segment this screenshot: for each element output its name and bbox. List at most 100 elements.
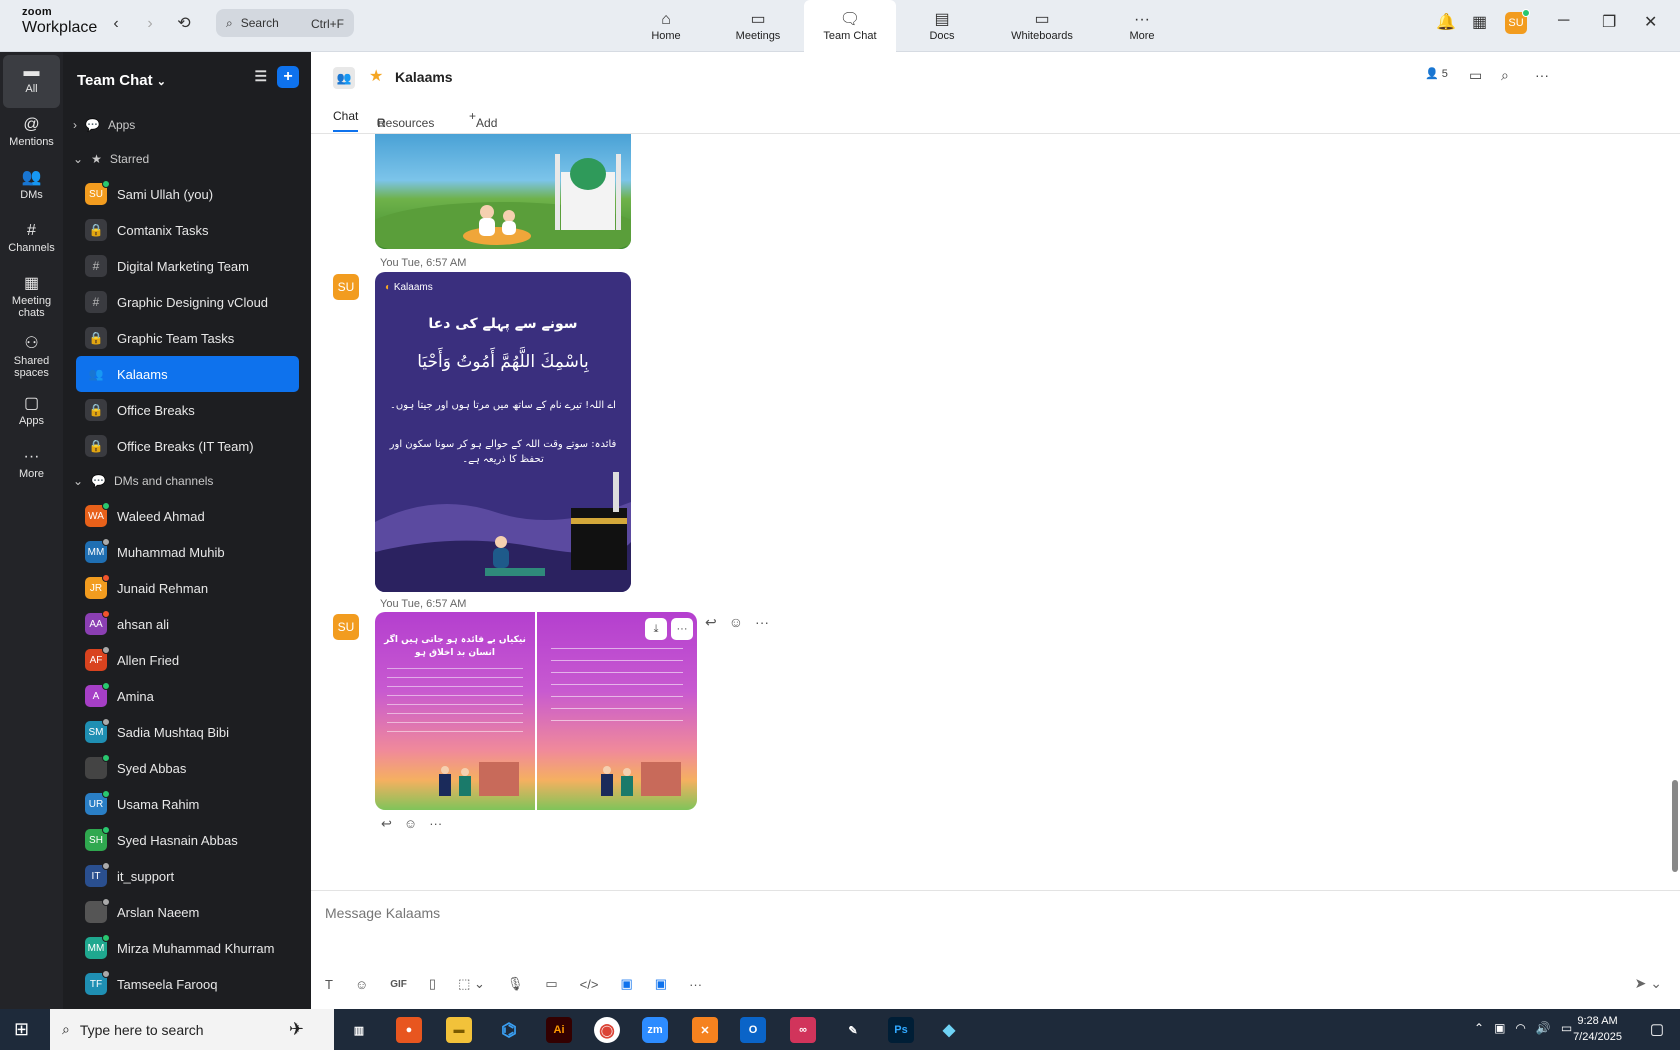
volume-icon[interactable]: 🔊: [1536, 1021, 1551, 1035]
chevron-down-icon[interactable]: ⌄: [157, 76, 166, 88]
wifi-icon[interactable]: ◠: [1515, 1021, 1525, 1035]
bell-icon[interactable]: 🔔: [1436, 12, 1456, 32]
more-icon[interactable]: ···: [429, 816, 442, 832]
illustrator-icon[interactable]: Ai: [546, 1017, 572, 1043]
outlook-icon[interactable]: O: [740, 1017, 766, 1043]
tab-team-chat[interactable]: 🗨 Team Chat: [804, 0, 896, 52]
dm-item[interactable]: SM Sadia Mushtaq Bibi: [63, 714, 299, 750]
chat-title[interactable]: Kalaams: [395, 69, 453, 85]
section-dms[interactable]: ⌄ 💬 DMs and channels: [63, 464, 311, 498]
message-image[interactable]: ⤓ ···: [537, 612, 697, 810]
forward-icon[interactable]: ›: [138, 12, 162, 36]
dm-item[interactable]: A Amina: [63, 678, 299, 714]
rail-dms[interactable]: 👥 DMs: [2, 161, 61, 214]
dm-item[interactable]: IT it_support: [63, 858, 299, 894]
emoji-icon[interactable]: ☺: [355, 977, 368, 992]
members-button[interactable]: 👤 5: [1425, 67, 1448, 80]
notification-icon[interactable]: ▢: [1650, 1020, 1664, 1038]
zoom-icon[interactable]: zm: [642, 1017, 668, 1043]
maximize-icon[interactable]: ❐: [1602, 12, 1616, 32]
rail-all[interactable]: ▬ All: [3, 55, 60, 108]
more-icon[interactable]: ···: [755, 614, 769, 631]
message-image[interactable]: ◐ Kalaams سونے سے پہلے کی دعا بِاسْمِكَ …: [375, 272, 631, 592]
section-apps[interactable]: › 💬 Apps: [63, 108, 311, 142]
dm-item[interactable]: Syed Abbas: [63, 750, 299, 786]
starred-item[interactable]: 🔒 Office Breaks (IT Team): [63, 428, 299, 464]
tab-home[interactable]: ⌂ Home: [620, 0, 712, 52]
tab-chat[interactable]: Chat: [333, 109, 359, 132]
rail-apps[interactable]: ▢ Apps: [2, 387, 61, 440]
minimize-icon[interactable]: ─: [1558, 12, 1569, 30]
add-tab-button[interactable]: + Add a tab: [469, 109, 497, 158]
dm-item[interactable]: AA ahsan ali: [63, 606, 299, 642]
scrollbar[interactable]: [1672, 780, 1678, 872]
message-image[interactable]: نیکیاں بے فائدہ ہو جاتی ہیں اگر انسان بد…: [375, 612, 535, 810]
filter-icon[interactable]: ☰: [254, 68, 267, 85]
dm-item[interactable]: UR Usama Rahim: [63, 786, 299, 822]
video-message-icon[interactable]: ▭: [545, 976, 557, 992]
app-icon[interactable]: ◆: [936, 1017, 962, 1043]
starred-item[interactable]: # Graphic Designing vCloud: [63, 284, 299, 320]
vscode-icon[interactable]: ⌬: [496, 1017, 522, 1043]
more-icon[interactable]: ···: [689, 977, 702, 992]
reply-icon[interactable]: ↩: [381, 816, 392, 832]
whiteboard-icon[interactable]: ▣: [655, 976, 667, 992]
sender-avatar[interactable]: SU: [333, 274, 359, 300]
dm-item[interactable]: Arslan Naeem: [63, 894, 299, 930]
star-icon[interactable]: ★: [369, 66, 383, 86]
tab-meetings[interactable]: ▭ Meetings: [712, 0, 804, 52]
task-view-icon[interactable]: ▥: [346, 1017, 372, 1043]
xampp-icon[interactable]: ✕: [692, 1017, 718, 1043]
more-icon[interactable]: ···: [1535, 67, 1549, 83]
rail-channels[interactable]: # Channels: [2, 214, 61, 267]
message-input[interactable]: [325, 901, 1625, 925]
reply-icon[interactable]: ↩: [705, 614, 717, 631]
photoshop-icon[interactable]: Ps: [888, 1017, 914, 1043]
pen-icon[interactable]: ✎: [840, 1017, 866, 1043]
firefox-icon[interactable]: ●: [396, 1017, 422, 1043]
dm-item[interactable]: JR Junaid Rehman: [63, 570, 299, 606]
send-icon[interactable]: ➤ ⌄: [1635, 975, 1662, 992]
dm-item[interactable]: MM Muhammad Muhib: [63, 534, 299, 570]
section-starred[interactable]: ⌄ ★ Starred: [63, 142, 311, 176]
windows-start-icon[interactable]: ⊞: [14, 1019, 29, 1040]
app-icon[interactable]: ▣: [620, 976, 632, 992]
creative-cloud-icon[interactable]: ∞: [790, 1017, 816, 1043]
starred-item[interactable]: 🔒 Comtanix Tasks: [63, 212, 299, 248]
dm-item[interactable]: WA Waleed Ahmad: [63, 498, 299, 534]
emoji-icon[interactable]: ☺: [729, 614, 743, 631]
back-icon[interactable]: ‹: [104, 12, 128, 36]
sender-avatar[interactable]: SU: [333, 614, 359, 640]
chrome-icon[interactable]: ◉: [594, 1017, 620, 1043]
format-text-icon[interactable]: T: [325, 977, 333, 992]
close-icon[interactable]: ✕: [1644, 12, 1657, 32]
message-image[interactable]: [375, 134, 631, 249]
rail-mentions[interactable]: @ Mentions: [2, 108, 61, 161]
mic-icon[interactable]: 🎙: [507, 976, 524, 992]
starred-item[interactable]: 👥 Kalaams: [76, 356, 299, 392]
new-chat-button[interactable]: +: [277, 66, 299, 88]
screenshot-icon[interactable]: ⬚ ⌄: [458, 976, 485, 992]
starred-item[interactable]: 🔒 Graphic Team Tasks: [63, 320, 299, 356]
calendar-icon[interactable]: ▦: [1472, 12, 1487, 32]
rail-meeting-chats[interactable]: ▦ Meeting chats: [2, 267, 61, 327]
chevron-up-icon[interactable]: ⌃: [1474, 1021, 1484, 1035]
dm-item[interactable]: SH Syed Hasnain Abbas: [63, 822, 299, 858]
tab-more[interactable]: ··· More: [1096, 0, 1188, 52]
history-icon[interactable]: ⟲: [172, 12, 196, 36]
user-avatar[interactable]: SU: [1505, 9, 1530, 34]
download-icon[interactable]: ⤓: [645, 618, 667, 640]
keyboard-icon[interactable]: ▭: [1561, 1021, 1572, 1035]
tab-docs[interactable]: ▤ Docs: [896, 0, 988, 52]
code-icon[interactable]: </>: [580, 977, 599, 992]
dm-item[interactable]: MM Mirza Muhammad Khurram: [63, 930, 299, 966]
file-icon[interactable]: ▯: [429, 976, 436, 992]
starred-item[interactable]: SU Sami Ullah (you): [63, 176, 299, 212]
sidebar-title[interactable]: Team Chat: [77, 72, 153, 89]
starred-item[interactable]: 🔒 Office Breaks: [63, 392, 299, 428]
rail-more[interactable]: ··· More: [2, 440, 61, 493]
gif-button[interactable]: GIF: [390, 979, 407, 990]
emoji-icon[interactable]: ☺: [404, 816, 417, 832]
search-bar[interactable]: ⌕ Search Ctrl+F: [216, 9, 354, 37]
taskbar-clock[interactable]: 9:28 AM 7/24/2025: [1573, 1013, 1622, 1045]
